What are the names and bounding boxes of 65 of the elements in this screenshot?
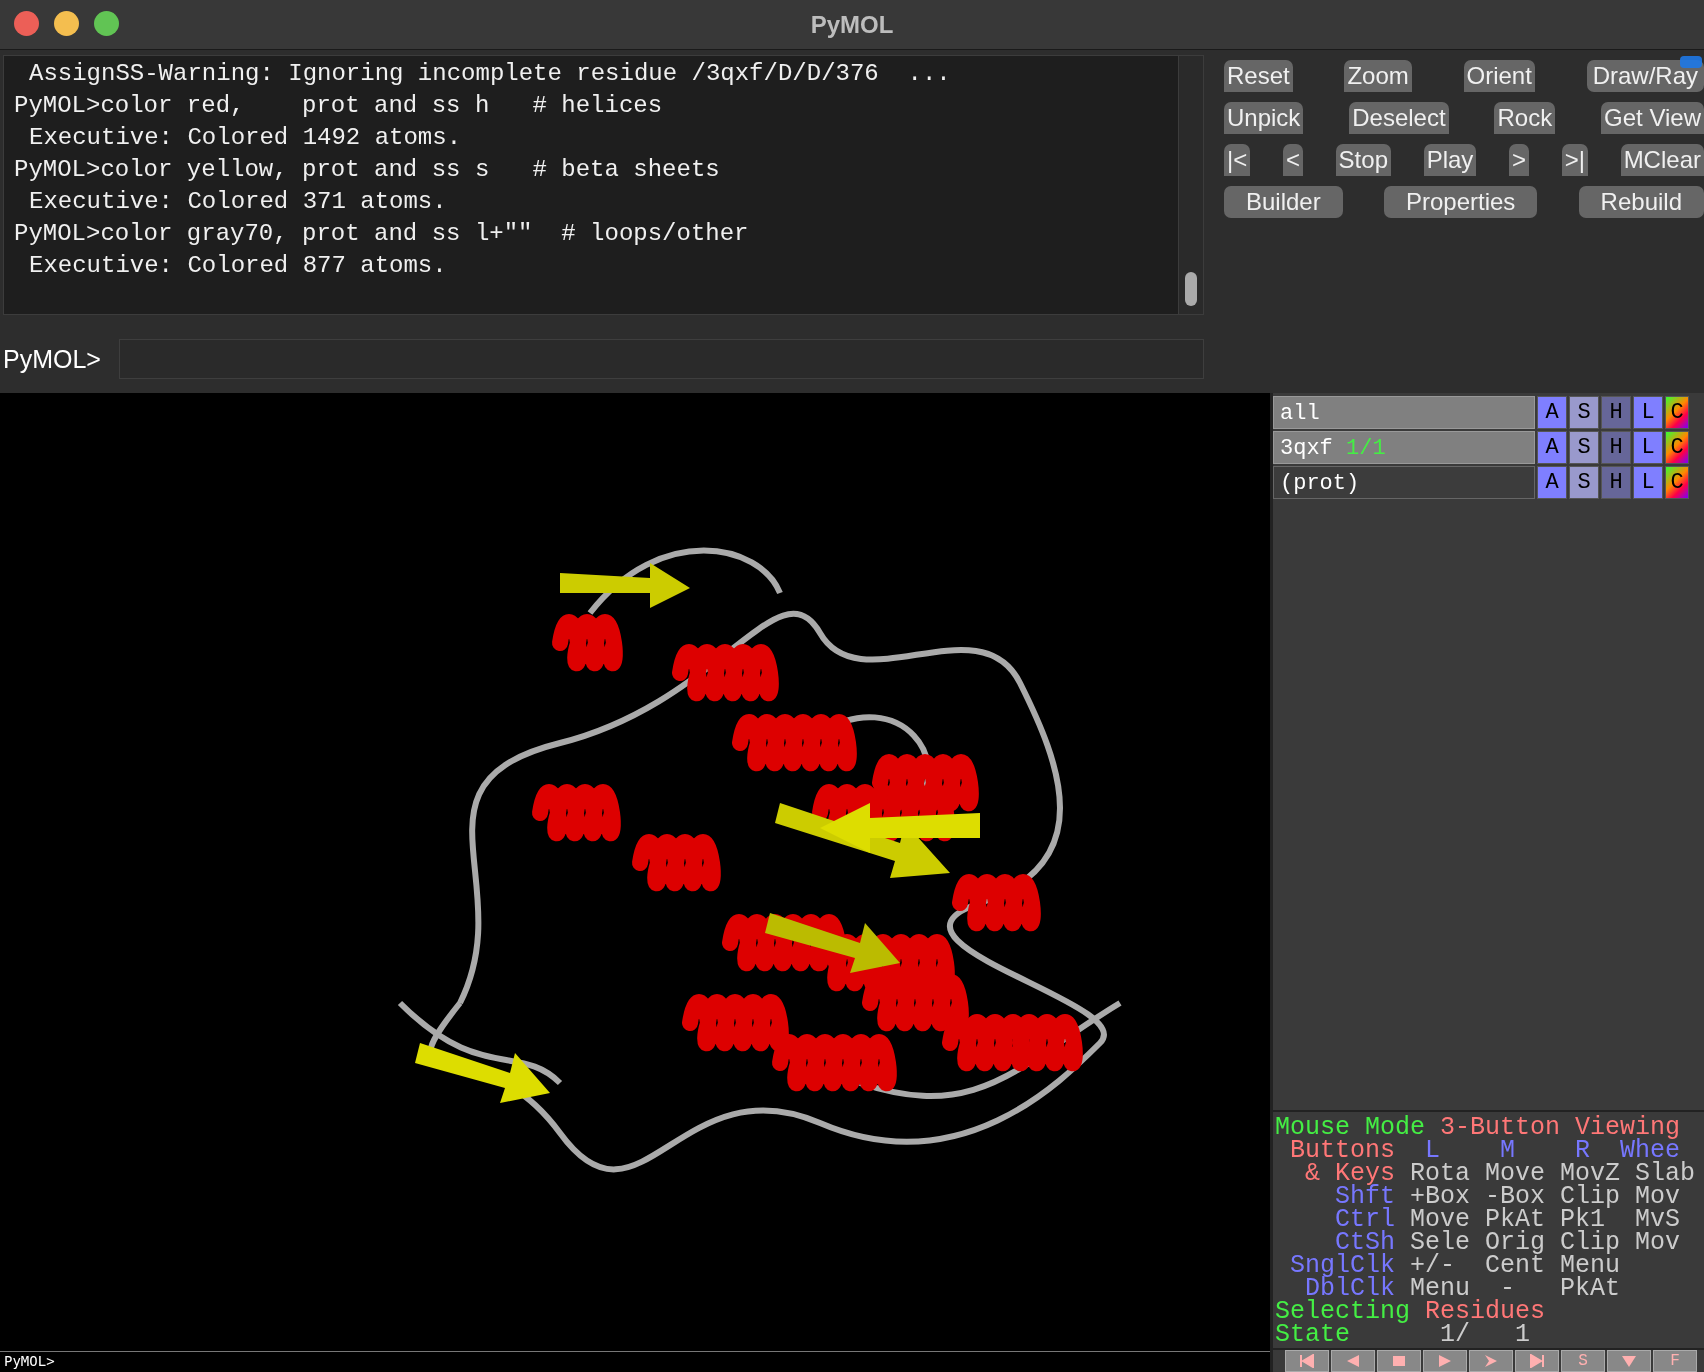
- toolbar-button[interactable]: >|: [1561, 144, 1588, 176]
- toolbar-button[interactable]: Orient: [1463, 60, 1535, 92]
- object-action-button[interactable]: C: [1665, 431, 1689, 464]
- play-icon: [1437, 1354, 1453, 1368]
- console-line: PyMOL>color yellow, prot and ss s # beta sheets: [14, 155, 721, 185]
- close-icon[interactable]: [14, 11, 39, 36]
- prev-icon: [1345, 1354, 1361, 1368]
- toolbar-button[interactable]: Builder: [1224, 186, 1343, 218]
- toolbar-button[interactable]: Get View: [1601, 102, 1704, 134]
- viewer-prompt: PyMOL>: [0, 1351, 1270, 1372]
- focus-indicator-icon: [1680, 56, 1702, 68]
- toolbar-button[interactable]: Properties: [1383, 186, 1538, 218]
- toolbar-button[interactable]: Deselect: [1349, 102, 1449, 134]
- object-action-button[interactable]: H: [1601, 431, 1631, 464]
- console-line: AssignSS-Warning: Ignoring incomplete residue /3qxf/D/D/376 ...: [28, 59, 952, 89]
- playback-stop-button[interactable]: [1377, 1350, 1421, 1372]
- object-action-button[interactable]: C: [1665, 396, 1689, 429]
- console-line: PyMOL>color red, prot and ss h # helices: [14, 91, 664, 121]
- playback-play-button[interactable]: [1423, 1350, 1467, 1372]
- object-action-button[interactable]: L: [1633, 466, 1663, 499]
- toolbar-button[interactable]: Rebuild: [1578, 186, 1704, 218]
- scrollbar[interactable]: [1178, 56, 1203, 314]
- object-action-button[interactable]: H: [1601, 466, 1631, 499]
- playback-down-button[interactable]: [1607, 1350, 1651, 1372]
- toolbar-button[interactable]: |<: [1224, 144, 1251, 176]
- object-name[interactable]: all: [1273, 396, 1535, 429]
- playback-next-button[interactable]: [1469, 1350, 1513, 1372]
- toolbar-button[interactable]: <: [1282, 144, 1303, 176]
- console-line: Executive: Colored 877 atoms.: [28, 251, 448, 281]
- object-action-button[interactable]: S: [1569, 466, 1599, 499]
- toolbar-button[interactable]: Unpick: [1224, 102, 1304, 134]
- object-action-button[interactable]: C: [1665, 466, 1689, 499]
- object-action-button[interactable]: S: [1569, 396, 1599, 429]
- console-line: Executive: Colored 1492 atoms.: [28, 123, 463, 153]
- toolbar-button[interactable]: Play: [1423, 144, 1477, 176]
- playback-prev-button[interactable]: [1331, 1350, 1375, 1372]
- object-action-button[interactable]: H: [1601, 396, 1631, 429]
- playback-last-button[interactable]: [1515, 1350, 1559, 1372]
- console-line: Executive: Colored 371 atoms.: [28, 187, 448, 217]
- object-action-button[interactable]: A: [1537, 431, 1567, 464]
- minimize-icon[interactable]: [54, 11, 79, 36]
- toolbar-button[interactable]: Zoom: [1344, 60, 1412, 92]
- toolbar-button[interactable]: Reset: [1224, 60, 1293, 92]
- down-icon: [1621, 1354, 1637, 1368]
- object-action-button[interactable]: S: [1569, 431, 1599, 464]
- object-action-button[interactable]: L: [1633, 431, 1663, 464]
- toolbar-button[interactable]: Stop: [1335, 144, 1391, 176]
- zoom-icon[interactable]: [94, 11, 119, 36]
- toolbar-button[interactable]: MClear: [1620, 144, 1704, 176]
- object-name[interactable]: 3qxf 1/1: [1273, 431, 1535, 464]
- first-icon: [1299, 1354, 1315, 1368]
- object-action-button[interactable]: L: [1633, 396, 1663, 429]
- console-line: PyMOL>color gray70, prot and ss l+"" # loops/other: [14, 219, 750, 249]
- toolbar-button[interactable]: >: [1509, 144, 1530, 176]
- window-title: PyMOL: [810, 10, 894, 39]
- object-action-button[interactable]: A: [1537, 396, 1567, 429]
- toolbar-button[interactable]: Rock: [1494, 102, 1556, 134]
- command-prompt: PyMOL>: [2, 344, 101, 374]
- object-action-button[interactable]: A: [1537, 466, 1567, 499]
- object-name[interactable]: (prot): [1273, 466, 1535, 499]
- stop-icon: [1391, 1354, 1407, 1368]
- mouse-mode-text: State: [1275, 1320, 1350, 1349]
- next-icon: [1483, 1354, 1499, 1368]
- last-icon: [1529, 1354, 1545, 1368]
- playback-first-button[interactable]: [1285, 1350, 1329, 1372]
